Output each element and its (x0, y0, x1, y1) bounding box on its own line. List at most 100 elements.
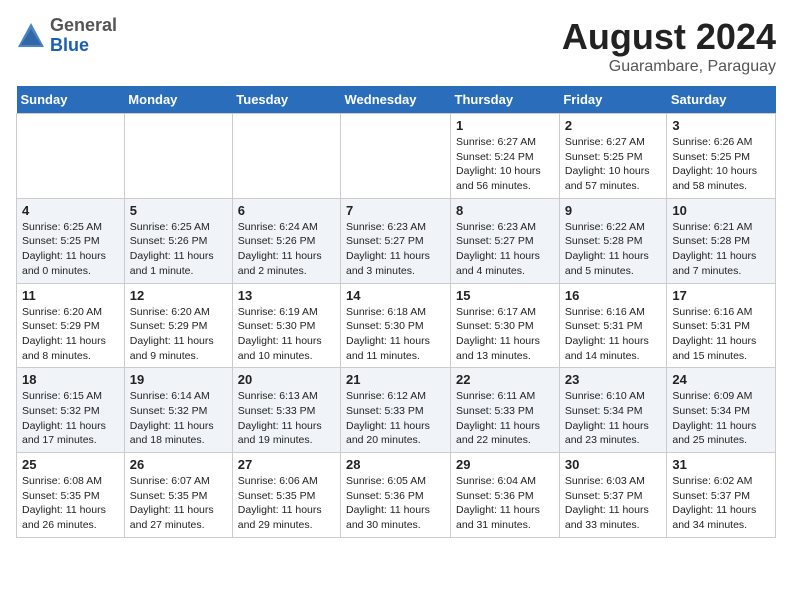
calendar-cell: 3 Sunrise: 6:26 AMSunset: 5:25 PMDayligh… (667, 114, 776, 199)
day-info: Sunrise: 6:13 AMSunset: 5:33 PMDaylight:… (238, 389, 335, 448)
page-header: General Blue August 2024 Guarambare, Par… (16, 16, 776, 76)
day-info: Sunrise: 6:11 AMSunset: 5:33 PMDaylight:… (456, 389, 554, 448)
title-block: August 2024 Guarambare, Paraguay (562, 16, 776, 76)
day-number: 9 (565, 203, 662, 218)
day-number: 25 (22, 457, 119, 472)
day-info: Sunrise: 6:10 AMSunset: 5:34 PMDaylight:… (565, 389, 662, 448)
header-row: SundayMondayTuesdayWednesdayThursdayFrid… (17, 86, 776, 114)
calendar-cell: 7 Sunrise: 6:23 AMSunset: 5:27 PMDayligh… (341, 198, 451, 283)
calendar-cell (341, 114, 451, 199)
calendar-cell: 19 Sunrise: 6:14 AMSunset: 5:32 PMDaylig… (124, 368, 232, 453)
calendar-cell: 22 Sunrise: 6:11 AMSunset: 5:33 PMDaylig… (451, 368, 560, 453)
day-number: 18 (22, 372, 119, 387)
day-number: 4 (22, 203, 119, 218)
day-number: 7 (346, 203, 445, 218)
weekday-header-monday: Monday (124, 86, 232, 114)
day-info: Sunrise: 6:25 AMSunset: 5:25 PMDaylight:… (22, 220, 119, 279)
calendar-cell: 21 Sunrise: 6:12 AMSunset: 5:33 PMDaylig… (341, 368, 451, 453)
day-number: 26 (130, 457, 227, 472)
day-info: Sunrise: 6:06 AMSunset: 5:35 PMDaylight:… (238, 474, 335, 533)
logo: General Blue (16, 16, 117, 56)
calendar-cell: 1 Sunrise: 6:27 AMSunset: 5:24 PMDayligh… (451, 114, 560, 199)
day-info: Sunrise: 6:17 AMSunset: 5:30 PMDaylight:… (456, 305, 554, 364)
calendar-cell: 27 Sunrise: 6:06 AMSunset: 5:35 PMDaylig… (232, 453, 340, 538)
day-info: Sunrise: 6:20 AMSunset: 5:29 PMDaylight:… (130, 305, 227, 364)
day-number: 24 (672, 372, 770, 387)
calendar-cell (124, 114, 232, 199)
weekday-header-sunday: Sunday (17, 86, 125, 114)
weekday-header-wednesday: Wednesday (341, 86, 451, 114)
weekday-header-friday: Friday (559, 86, 667, 114)
calendar-week-1: 1 Sunrise: 6:27 AMSunset: 5:24 PMDayligh… (17, 114, 776, 199)
calendar-cell: 13 Sunrise: 6:19 AMSunset: 5:30 PMDaylig… (232, 283, 340, 368)
day-info: Sunrise: 6:27 AMSunset: 5:24 PMDaylight:… (456, 135, 554, 194)
day-info: Sunrise: 6:03 AMSunset: 5:37 PMDaylight:… (565, 474, 662, 533)
logo-text: General Blue (50, 16, 117, 56)
day-number: 29 (456, 457, 554, 472)
month-year: August 2024 (562, 16, 776, 58)
day-info: Sunrise: 6:18 AMSunset: 5:30 PMDaylight:… (346, 305, 445, 364)
day-number: 8 (456, 203, 554, 218)
day-number: 22 (456, 372, 554, 387)
logo-icon (16, 21, 46, 51)
calendar-cell: 14 Sunrise: 6:18 AMSunset: 5:30 PMDaylig… (341, 283, 451, 368)
day-info: Sunrise: 6:16 AMSunset: 5:31 PMDaylight:… (672, 305, 770, 364)
day-number: 11 (22, 288, 119, 303)
calendar-cell: 24 Sunrise: 6:09 AMSunset: 5:34 PMDaylig… (667, 368, 776, 453)
day-info: Sunrise: 6:09 AMSunset: 5:34 PMDaylight:… (672, 389, 770, 448)
day-info: Sunrise: 6:23 AMSunset: 5:27 PMDaylight:… (346, 220, 445, 279)
day-info: Sunrise: 6:20 AMSunset: 5:29 PMDaylight:… (22, 305, 119, 364)
calendar-cell: 10 Sunrise: 6:21 AMSunset: 5:28 PMDaylig… (667, 198, 776, 283)
calendar-cell: 30 Sunrise: 6:03 AMSunset: 5:37 PMDaylig… (559, 453, 667, 538)
weekday-header-tuesday: Tuesday (232, 86, 340, 114)
calendar-table: SundayMondayTuesdayWednesdayThursdayFrid… (16, 86, 776, 538)
calendar-cell: 2 Sunrise: 6:27 AMSunset: 5:25 PMDayligh… (559, 114, 667, 199)
day-info: Sunrise: 6:25 AMSunset: 5:26 PMDaylight:… (130, 220, 227, 279)
calendar-week-3: 11 Sunrise: 6:20 AMSunset: 5:29 PMDaylig… (17, 283, 776, 368)
day-info: Sunrise: 6:23 AMSunset: 5:27 PMDaylight:… (456, 220, 554, 279)
day-info: Sunrise: 6:16 AMSunset: 5:31 PMDaylight:… (565, 305, 662, 364)
calendar-cell: 23 Sunrise: 6:10 AMSunset: 5:34 PMDaylig… (559, 368, 667, 453)
day-number: 30 (565, 457, 662, 472)
day-info: Sunrise: 6:22 AMSunset: 5:28 PMDaylight:… (565, 220, 662, 279)
weekday-header-thursday: Thursday (451, 86, 560, 114)
calendar-week-2: 4 Sunrise: 6:25 AMSunset: 5:25 PMDayligh… (17, 198, 776, 283)
calendar-cell: 26 Sunrise: 6:07 AMSunset: 5:35 PMDaylig… (124, 453, 232, 538)
calendar-cell: 28 Sunrise: 6:05 AMSunset: 5:36 PMDaylig… (341, 453, 451, 538)
day-info: Sunrise: 6:21 AMSunset: 5:28 PMDaylight:… (672, 220, 770, 279)
day-number: 13 (238, 288, 335, 303)
calendar-cell: 15 Sunrise: 6:17 AMSunset: 5:30 PMDaylig… (451, 283, 560, 368)
day-info: Sunrise: 6:04 AMSunset: 5:36 PMDaylight:… (456, 474, 554, 533)
day-number: 15 (456, 288, 554, 303)
day-info: Sunrise: 6:07 AMSunset: 5:35 PMDaylight:… (130, 474, 227, 533)
calendar-body: 1 Sunrise: 6:27 AMSunset: 5:24 PMDayligh… (17, 114, 776, 538)
calendar-cell: 16 Sunrise: 6:16 AMSunset: 5:31 PMDaylig… (559, 283, 667, 368)
logo-blue: Blue (50, 36, 117, 56)
day-number: 14 (346, 288, 445, 303)
day-number: 21 (346, 372, 445, 387)
calendar-header: SundayMondayTuesdayWednesdayThursdayFrid… (17, 86, 776, 114)
calendar-week-4: 18 Sunrise: 6:15 AMSunset: 5:32 PMDaylig… (17, 368, 776, 453)
day-info: Sunrise: 6:02 AMSunset: 5:37 PMDaylight:… (672, 474, 770, 533)
day-number: 1 (456, 118, 554, 133)
calendar-cell: 17 Sunrise: 6:16 AMSunset: 5:31 PMDaylig… (667, 283, 776, 368)
day-number: 28 (346, 457, 445, 472)
day-number: 17 (672, 288, 770, 303)
day-number: 10 (672, 203, 770, 218)
day-info: Sunrise: 6:26 AMSunset: 5:25 PMDaylight:… (672, 135, 770, 194)
calendar-cell: 5 Sunrise: 6:25 AMSunset: 5:26 PMDayligh… (124, 198, 232, 283)
calendar-cell: 11 Sunrise: 6:20 AMSunset: 5:29 PMDaylig… (17, 283, 125, 368)
calendar-cell: 6 Sunrise: 6:24 AMSunset: 5:26 PMDayligh… (232, 198, 340, 283)
calendar-cell: 8 Sunrise: 6:23 AMSunset: 5:27 PMDayligh… (451, 198, 560, 283)
day-number: 5 (130, 203, 227, 218)
calendar-cell: 18 Sunrise: 6:15 AMSunset: 5:32 PMDaylig… (17, 368, 125, 453)
day-number: 12 (130, 288, 227, 303)
calendar-cell: 31 Sunrise: 6:02 AMSunset: 5:37 PMDaylig… (667, 453, 776, 538)
day-number: 6 (238, 203, 335, 218)
calendar-cell (17, 114, 125, 199)
calendar-cell: 4 Sunrise: 6:25 AMSunset: 5:25 PMDayligh… (17, 198, 125, 283)
calendar-cell: 12 Sunrise: 6:20 AMSunset: 5:29 PMDaylig… (124, 283, 232, 368)
calendar-cell: 25 Sunrise: 6:08 AMSunset: 5:35 PMDaylig… (17, 453, 125, 538)
calendar-week-5: 25 Sunrise: 6:08 AMSunset: 5:35 PMDaylig… (17, 453, 776, 538)
day-info: Sunrise: 6:12 AMSunset: 5:33 PMDaylight:… (346, 389, 445, 448)
